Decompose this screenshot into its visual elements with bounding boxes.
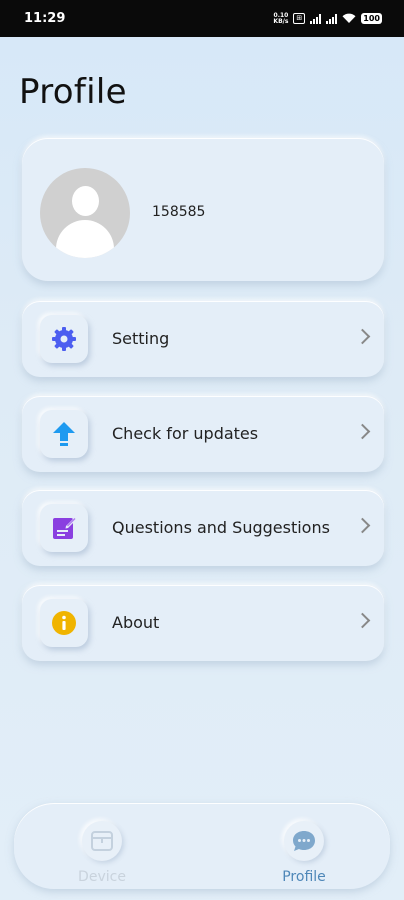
wifi-icon — [342, 13, 356, 23]
menu-label-setting: Setting — [112, 329, 170, 348]
edit-note-icon — [40, 504, 88, 552]
menu-item-about[interactable]: About — [22, 585, 384, 661]
network-speed-unit: KB/s — [273, 17, 289, 25]
device-icon — [82, 821, 122, 861]
chat-bubble-icon — [284, 821, 324, 861]
battery-icon: 100 — [361, 13, 382, 24]
nav-label-profile: Profile — [282, 869, 326, 885]
username: 158585 — [152, 204, 206, 220]
chevron-right-icon — [354, 423, 371, 440]
chevron-right-icon — [354, 517, 371, 534]
menu-item-setting[interactable]: Setting — [22, 301, 384, 377]
signal-icon — [310, 13, 322, 24]
page-title: Profile — [19, 72, 127, 112]
info-icon — [40, 599, 88, 647]
chevron-right-icon — [354, 612, 371, 629]
avatar[interactable] — [40, 168, 130, 258]
nav-tab-profile[interactable]: Profile — [259, 821, 349, 889]
menu-label-about: About — [112, 613, 160, 632]
bottom-nav: Device Profile — [14, 803, 390, 889]
profile-card[interactable]: 158585 — [22, 138, 384, 281]
status-icons: 0.10 KB/s ⊞ 100 — [273, 12, 382, 25]
avatar-head — [72, 186, 99, 216]
network-speed: 0.10 KB/s — [273, 12, 289, 25]
menu-label-check-updates: Check for updates — [112, 424, 259, 443]
menu-item-check-updates[interactable]: Check for updates — [22, 396, 384, 472]
signal-icon-2 — [326, 13, 338, 24]
avatar-body — [56, 220, 114, 258]
upload-arrow-icon — [40, 410, 88, 458]
status-bar: 11:29 0.10 KB/s ⊞ 100 — [0, 0, 404, 37]
nav-label-device: Device — [78, 869, 126, 885]
chevron-right-icon — [354, 328, 371, 345]
nav-tab-device[interactable]: Device — [57, 821, 147, 889]
menu-item-questions-suggestions[interactable]: Questions and Suggestions — [22, 490, 384, 566]
status-time: 11:29 — [24, 11, 66, 26]
hd-icon: ⊞ — [293, 13, 306, 24]
gear-icon — [40, 315, 88, 363]
menu-label-questions-suggestions: Questions and Suggestions — [112, 518, 330, 537]
